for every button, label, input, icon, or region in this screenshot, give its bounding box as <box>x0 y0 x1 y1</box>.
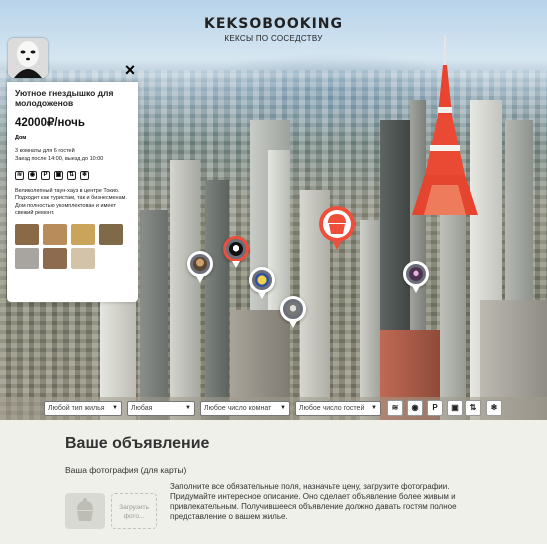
filter-wifi-icon[interactable]: ≋ <box>387 400 403 416</box>
chevron-down-icon: ▼ <box>185 405 191 411</box>
form-hint: Заполните все обязательные поля, назначь… <box>170 482 457 521</box>
offer-type: Дом <box>15 135 27 141</box>
map-pin[interactable] <box>403 261 429 293</box>
avatar-preview <box>65 493 105 529</box>
offer-photo[interactable] <box>99 223 123 245</box>
tokyo-tower-landmark <box>412 35 478 215</box>
conditioner-icon: ❄ <box>80 171 89 180</box>
filter-elevator-icon[interactable]: ⇅ <box>465 400 481 416</box>
housing-rooms-select[interactable]: Любое число комнат ▼ <box>200 401 290 416</box>
offer-photo[interactable] <box>15 247 39 269</box>
dishwasher-icon: ◉ <box>28 171 37 180</box>
close-icon[interactable]: × <box>121 61 139 79</box>
offer-photo[interactable] <box>43 247 67 269</box>
offer-photo[interactable] <box>71 247 95 269</box>
offer-photos <box>15 223 130 269</box>
map-filters: Любой тип жилья ▼ Любая ▼ Любое число комн… <box>0 397 547 420</box>
offer-time: Заезд после 14:00, выезд до 10:00 <box>15 156 104 162</box>
filter-dishwasher-icon[interactable]: ◉ <box>407 400 423 416</box>
filter-washer-icon[interactable]: ▣ <box>447 400 463 416</box>
housing-price-select[interactable]: Любая ▼ <box>127 401 195 416</box>
offer-popup: Уютное гнездышко для молодоженов 42000₽/… <box>7 82 138 302</box>
map-pin[interactable] <box>280 296 306 328</box>
filter-parking-icon[interactable]: P <box>427 400 443 416</box>
chevron-down-icon: ▼ <box>280 405 286 411</box>
offer-photo[interactable] <box>71 223 95 245</box>
offer-price: 42000₽/ночь <box>15 117 85 129</box>
wifi-icon: ≋ <box>15 171 24 180</box>
avatar-label: Ваша фотография (для карты) <box>65 465 187 475</box>
chevron-down-icon: ▼ <box>112 405 118 411</box>
filter-conditioner-icon[interactable]: ❄ <box>486 400 502 416</box>
offer-features: ≋ ◉ P ▣ ⇅ ❄ <box>15 171 130 180</box>
ad-form: Ваше объявление Ваша фотография (для кар… <box>0 420 547 544</box>
map-pin[interactable] <box>249 267 275 299</box>
chevron-down-icon: ▼ <box>371 405 377 411</box>
logo[interactable]: KEKSOBOOKING <box>0 16 547 32</box>
offer-photo[interactable] <box>15 223 39 245</box>
main-pin-muffin-icon[interactable] <box>318 205 356 251</box>
avatar-upload-button[interactable]: Загрузить фото... <box>111 493 157 529</box>
form-title: Ваше объявление <box>65 435 210 452</box>
map-pin-active[interactable] <box>223 236 249 268</box>
tagline: КЕКСЫ ПО СОСЕДСТВУ <box>224 34 323 43</box>
offer-photo[interactable] <box>43 223 67 245</box>
offer-title: Уютное гнездышко для молодоженов <box>15 88 114 108</box>
housing-type-select[interactable]: Любой тип жилья ▼ <box>44 401 122 416</box>
housing-guests-select[interactable]: Любое число гостей ▼ <box>295 401 381 416</box>
elevator-icon: ⇅ <box>67 171 76 180</box>
map-pin[interactable] <box>187 251 213 283</box>
parking-icon: P <box>41 171 50 180</box>
offer-avatar <box>8 38 48 78</box>
muffin-icon <box>77 498 93 521</box>
washer-icon: ▣ <box>54 171 63 180</box>
offer-description: Великолепный таун-хауз в центре Токио. П… <box>15 188 127 217</box>
offer-capacity: 3 комнаты для 6 гостей <box>15 148 75 154</box>
map[interactable]: KEKSOBOOKING КЕКСЫ ПО СОСЕДСТВУ × Уютное… <box>0 0 547 420</box>
site-header: KEKSOBOOKING КЕКСЫ ПО СОСЕДСТВУ <box>0 16 547 43</box>
